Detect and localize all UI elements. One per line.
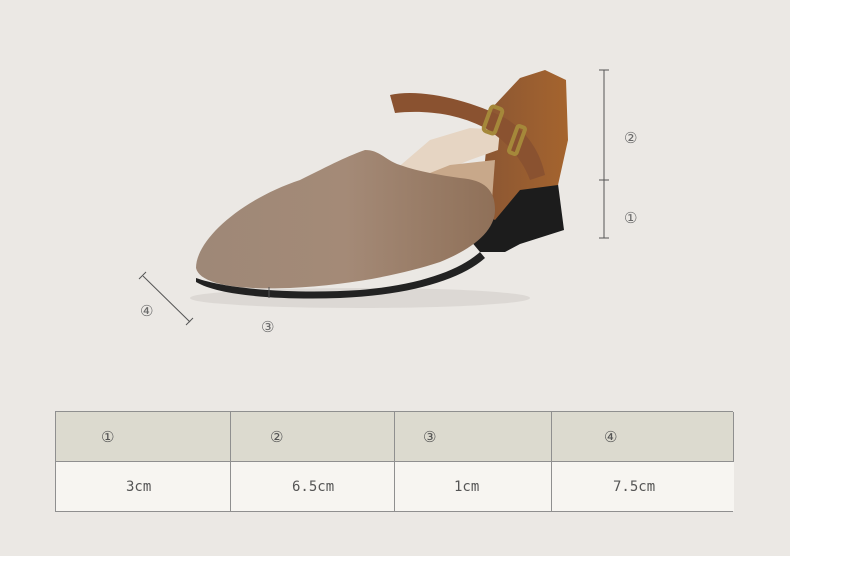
table-value-cell: 1cm [395,462,552,511]
table-value-cell: 7.5cm [552,462,734,511]
table-header-cell: ④ [552,412,734,462]
marker-sole: ③ [261,318,275,336]
table-value-cell: 6.5cm [231,462,395,511]
table-value-cell: 3cm [56,462,231,511]
shoe-illustration [138,69,609,326]
size-table: ① ② ③ ④ 3cm 6.5cm 1cm 7.5cm [55,411,734,512]
table-header-cell: ① [56,412,231,462]
product-image: ④ ③ ② ① ① ② ③ ④ 3cm 6.5cm 1cm 7.5cm [0,0,790,556]
marker-upper: ② [624,129,638,147]
table-header-cell: ③ [395,412,552,462]
marker-heel: ① [624,209,638,227]
table-header-cell: ② [231,412,395,462]
marker-toe: ④ [140,302,154,320]
